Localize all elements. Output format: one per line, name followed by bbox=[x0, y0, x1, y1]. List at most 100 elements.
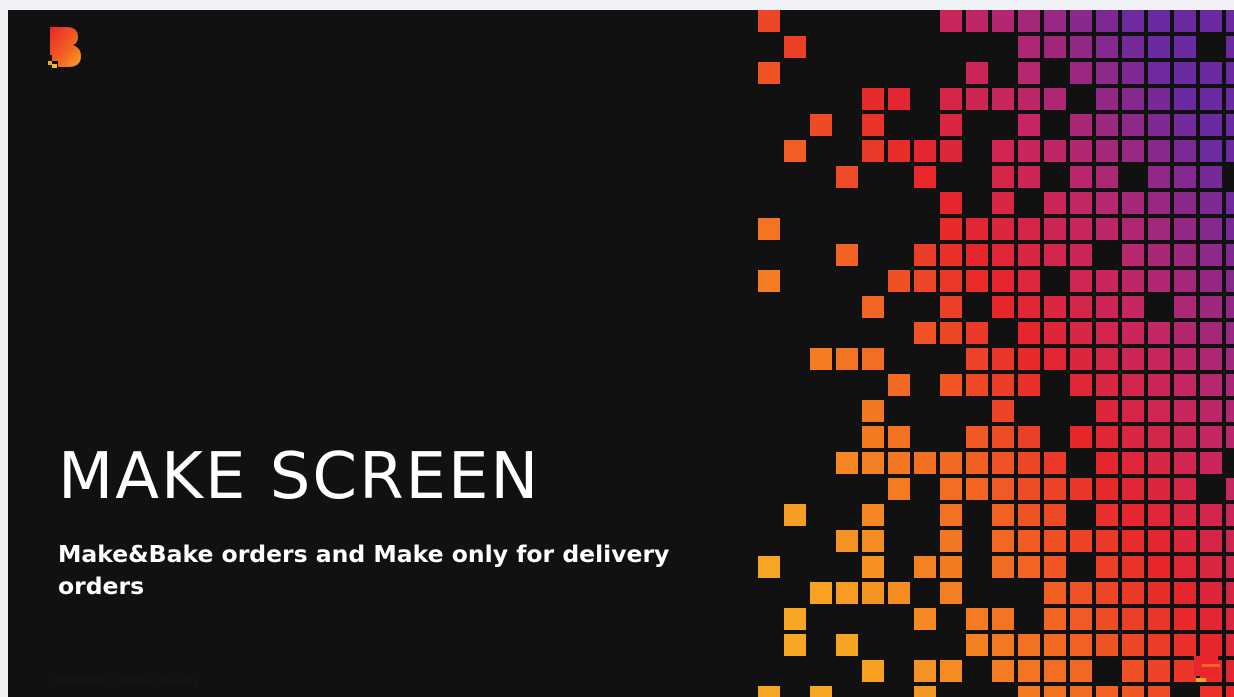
mosaic-tile bbox=[940, 322, 962, 344]
mosaic-tile bbox=[1096, 192, 1118, 214]
mosaic-tile bbox=[1148, 36, 1170, 58]
mosaic-tile bbox=[914, 608, 936, 630]
mosaic-tile bbox=[1226, 426, 1234, 448]
mosaic-tile bbox=[836, 530, 858, 552]
mosaic-tile bbox=[1096, 218, 1118, 240]
mosaic-tile bbox=[1148, 322, 1170, 344]
mosaic-tile bbox=[1226, 374, 1234, 396]
mosaic-tile bbox=[1070, 192, 1092, 214]
mosaic-tile bbox=[1018, 374, 1040, 396]
mosaic-tile bbox=[1148, 218, 1170, 240]
mosaic-tile bbox=[966, 218, 988, 240]
mosaic-tile bbox=[914, 140, 936, 162]
mosaic-tile bbox=[1122, 452, 1144, 474]
mosaic-tile bbox=[992, 140, 1014, 162]
mosaic-tile bbox=[1018, 114, 1040, 136]
mosaic-tile bbox=[1044, 36, 1066, 58]
mosaic-tile bbox=[1018, 166, 1040, 188]
mosaic-tile bbox=[1174, 634, 1196, 656]
corner-brand-icon bbox=[1194, 656, 1220, 682]
mosaic-tile bbox=[1226, 322, 1234, 344]
mosaic-tile bbox=[1200, 400, 1222, 422]
mosaic-tile bbox=[940, 556, 962, 578]
mosaic-tile bbox=[1174, 10, 1196, 32]
mosaic-tile bbox=[1226, 244, 1234, 266]
mosaic-tile bbox=[1096, 608, 1118, 630]
mosaic-tile bbox=[862, 140, 884, 162]
mosaic-tile bbox=[1122, 36, 1144, 58]
mosaic-tile bbox=[1044, 478, 1066, 500]
mosaic-tile bbox=[1226, 88, 1234, 110]
mosaic-tile bbox=[1096, 478, 1118, 500]
mosaic-tile bbox=[1070, 166, 1092, 188]
mosaic-tile bbox=[1200, 582, 1222, 604]
mosaic-tile bbox=[1122, 660, 1144, 682]
mosaic-tile bbox=[1148, 400, 1170, 422]
mosaic-tile bbox=[888, 140, 910, 162]
mosaic-tile bbox=[1148, 62, 1170, 84]
mosaic-tile bbox=[1200, 608, 1222, 630]
mosaic-tile bbox=[1174, 608, 1196, 630]
mosaic-tile bbox=[1096, 530, 1118, 552]
mosaic-tile bbox=[1122, 530, 1144, 552]
mosaic-tile bbox=[1148, 270, 1170, 292]
mosaic-tile bbox=[1200, 140, 1222, 162]
mosaic-tile bbox=[1018, 270, 1040, 292]
mosaic-tile bbox=[1148, 374, 1170, 396]
mosaic-tile bbox=[1174, 218, 1196, 240]
mosaic-tile bbox=[1148, 244, 1170, 266]
mosaic-tile bbox=[862, 660, 884, 682]
mosaic-tile bbox=[1122, 62, 1144, 84]
mosaic-tile bbox=[940, 582, 962, 604]
mosaic-tile bbox=[966, 374, 988, 396]
mosaic-tile bbox=[1070, 660, 1092, 682]
mosaic-tile bbox=[1148, 166, 1170, 188]
mosaic-tile bbox=[1226, 660, 1234, 682]
mosaic-tile bbox=[1070, 634, 1092, 656]
mosaic-tile bbox=[1018, 634, 1040, 656]
mosaic-tile bbox=[810, 348, 832, 370]
mosaic-tile bbox=[1226, 400, 1234, 422]
mosaic-tile bbox=[1148, 348, 1170, 370]
mosaic-tile bbox=[1096, 686, 1118, 697]
mosaic-tile bbox=[1200, 374, 1222, 396]
mosaic-tile bbox=[1018, 244, 1040, 266]
mosaic-tile bbox=[1018, 140, 1040, 162]
mosaic-tile bbox=[966, 270, 988, 292]
mosaic-tile bbox=[758, 218, 780, 240]
mosaic-tile bbox=[1148, 426, 1170, 448]
mosaic-tile bbox=[784, 608, 806, 630]
mosaic-tile bbox=[914, 322, 936, 344]
mosaic-tile bbox=[1226, 634, 1234, 656]
mosaic-tile bbox=[1044, 582, 1066, 604]
mosaic-tile bbox=[1200, 10, 1222, 32]
mosaic-tile bbox=[1174, 296, 1196, 318]
mosaic-tile bbox=[1070, 374, 1092, 396]
mosaic-tile bbox=[1018, 504, 1040, 526]
mosaic-tile bbox=[1148, 192, 1170, 214]
mosaic-tile bbox=[1044, 608, 1066, 630]
mosaic-tile bbox=[1122, 686, 1144, 697]
mosaic-tile bbox=[992, 88, 1014, 110]
mosaic-tile bbox=[1200, 426, 1222, 448]
mosaic-tile bbox=[992, 634, 1014, 656]
mosaic-tile bbox=[1096, 322, 1118, 344]
mosaic-tile bbox=[862, 348, 884, 370]
mosaic-tile bbox=[1122, 10, 1144, 32]
mosaic-tile bbox=[1174, 348, 1196, 370]
mosaic-tile bbox=[992, 270, 1014, 292]
mosaic-tile bbox=[1226, 582, 1234, 604]
mosaic-tile bbox=[1122, 400, 1144, 422]
mosaic-tile bbox=[914, 452, 936, 474]
mosaic-tile bbox=[888, 88, 910, 110]
mosaic-tile bbox=[966, 322, 988, 344]
mosaic-tile bbox=[862, 426, 884, 448]
mosaic-tile bbox=[1226, 504, 1234, 526]
mosaic-tile bbox=[1148, 634, 1170, 656]
mosaic-tile bbox=[862, 530, 884, 552]
mosaic-tile bbox=[1018, 686, 1040, 697]
mosaic-tile bbox=[1122, 140, 1144, 162]
mosaic-tile bbox=[758, 686, 780, 697]
mosaic-tile bbox=[1148, 556, 1170, 578]
mosaic-tile bbox=[992, 348, 1014, 370]
